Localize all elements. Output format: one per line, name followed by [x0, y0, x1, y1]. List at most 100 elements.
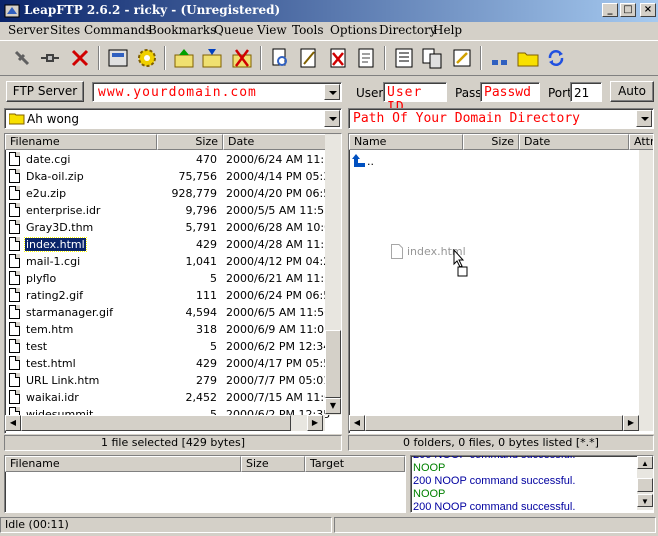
file-date: 2000/6/24 PM 06:54	[226, 289, 338, 302]
site-manager-icon[interactable]	[106, 46, 130, 70]
remote-file-list[interactable]: Name Size Date Attri .. index.html ◀ ▶	[348, 133, 654, 434]
session-log[interactable]: 200 NOOP command successful. NOOP 200 NOOP…	[410, 455, 654, 513]
local-file-row[interactable]: date.cgi 470 2000/6/24 AM 11:51	[5, 151, 338, 168]
menu-options[interactable]: Options	[330, 23, 377, 37]
local-scroll-right-button[interactable]: ▶	[307, 415, 323, 431]
local-file-row[interactable]: rating2.gif 111 2000/6/24 PM 06:54	[5, 287, 337, 304]
view-file-icon[interactable]	[268, 46, 292, 70]
local-vscroll-thumb[interactable]	[325, 330, 341, 398]
local-col-size[interactable]: Size	[157, 134, 223, 150]
log-vscroll-thumb[interactable]	[637, 478, 653, 492]
queue-col-target[interactable]: Target	[305, 456, 405, 472]
close-button[interactable]: ×	[640, 3, 656, 17]
refresh-icon[interactable]	[544, 46, 568, 70]
local-col-date[interactable]: Date	[223, 134, 327, 150]
minimize-button[interactable]: _	[602, 3, 618, 17]
local-file-row[interactable]: starmanager.gif 4,594 2000/6/5 AM 11:56	[5, 304, 331, 321]
remote-scroll-left-button[interactable]: ◀	[349, 415, 365, 431]
menu-directory[interactable]: Directory	[379, 23, 437, 37]
local-file-row[interactable]: URL Link.htm 279 2000/7/7 PM 05:01	[5, 372, 330, 389]
password-input-value[interactable]: Passwd	[484, 85, 531, 100]
remote-col-date[interactable]: Date	[519, 134, 629, 150]
local-file-row[interactable]: test 5 2000/6/2 PM 12:34	[5, 338, 330, 355]
remote-vertical-scrollbar[interactable]	[639, 150, 653, 415]
local-file-row[interactable]: plyflo 5 2000/6/21 AM 11:37	[5, 270, 338, 287]
delete-file-icon[interactable]	[326, 46, 350, 70]
menu-bar: Server Sites Commands Bookmarks Queue Vi…	[0, 22, 658, 40]
local-file-row[interactable]: mail-1.cgi 1,041 2000/4/12 PM 04:24	[5, 253, 337, 270]
local-horizontal-scrollbar[interactable]: ◀ ▶	[5, 415, 325, 431]
local-file-row[interactable]: enterprise.idr 9,796 2000/5/5 AM 11:53	[5, 202, 331, 219]
connect-icon[interactable]	[10, 46, 34, 70]
disconnect-icon[interactable]	[68, 46, 92, 70]
local-scroll-down-button[interactable]: ▼	[325, 398, 341, 414]
transfer-queue[interactable]: Filename Size Target	[4, 455, 406, 513]
local-file-row[interactable]: e2u.zip 928,779 2000/4/20 PM 06:52	[5, 185, 337, 202]
password-input[interactable]: Passwd	[480, 82, 540, 102]
menu-help[interactable]: Help	[433, 23, 462, 37]
link-icon[interactable]	[488, 46, 512, 70]
file-date: 2000/4/14 PM 05:34	[226, 170, 338, 183]
local-path-dropdown-arrow[interactable]	[324, 110, 340, 127]
local-file-list[interactable]: Filename Size Date date.cgi 470 2000/6/24 …	[4, 133, 342, 434]
ftp-server-button[interactable]: FTP Server	[6, 81, 84, 102]
plug-icon[interactable]	[38, 46, 62, 70]
remote-col-name[interactable]: Name	[349, 134, 463, 150]
wizard-icon[interactable]	[450, 46, 474, 70]
file-name: mail-1.cgi	[26, 255, 81, 268]
local-scroll-left-button[interactable]: ◀	[5, 415, 21, 431]
remote-col-size[interactable]: Size	[463, 134, 519, 150]
menu-sites[interactable]: Sites	[50, 23, 80, 37]
remote-horizontal-scrollbar[interactable]: ◀ ▶	[349, 415, 653, 431]
menu-queue[interactable]: Queue	[214, 23, 254, 37]
menu-commands[interactable]: Commands	[84, 23, 152, 37]
log-scroll-down-button[interactable]: ▼	[637, 494, 653, 507]
menu-tools[interactable]: Tools	[292, 23, 324, 37]
log-scroll-up-button[interactable]: ▲	[637, 456, 653, 469]
menu-server[interactable]: Server	[8, 23, 49, 37]
toolbar	[0, 40, 658, 76]
local-file-row[interactable]: index.html 429 2000/4/28 AM 11:39	[5, 236, 338, 253]
remote-scroll-right-button[interactable]: ▶	[623, 415, 639, 431]
local-file-row[interactable]: test.html 429 2000/4/17 PM 05:50	[5, 355, 337, 372]
remote-hscroll-thumb[interactable]	[365, 415, 623, 431]
local-path-combo[interactable]: Ah wong	[4, 108, 342, 129]
remote-col-attributes[interactable]: Attri	[629, 134, 653, 150]
menu-view[interactable]: View	[257, 23, 287, 37]
settings-gear-icon[interactable]	[135, 46, 159, 70]
local-vertical-scrollbar[interactable]: ▼	[325, 134, 341, 415]
server-dropdown-arrow[interactable]	[324, 84, 340, 100]
local-file-row[interactable]: waikai.idr 2,452 2000/7/15 AM 11:02	[5, 389, 338, 406]
download-icon[interactable]	[200, 46, 224, 70]
file-size: 2,452	[185, 391, 218, 404]
delete-folder-icon[interactable]	[230, 46, 254, 70]
user-input[interactable]: User ID	[383, 82, 447, 115]
upload-icon[interactable]	[172, 46, 196, 70]
log-icon[interactable]	[392, 46, 416, 70]
local-file-row[interactable]: tem.htm 318 2000/6/9 AM 11:01	[5, 321, 331, 338]
auto-button[interactable]: Auto	[610, 81, 654, 102]
remote-path-value[interactable]: Path Of Your Domain Directory	[353, 111, 580, 126]
remote-path-combo[interactable]: Path Of Your Domain Directory	[348, 108, 654, 129]
menu-bookmarks[interactable]: Bookmarks	[148, 23, 216, 37]
maximize-button[interactable]: □	[620, 3, 636, 17]
local-path-value[interactable]: Ah wong	[27, 112, 79, 126]
remote-path-dropdown-arrow[interactable]	[636, 110, 652, 127]
local-file-row[interactable]: Gray3D.thm 5,791 2000/6/28 AM 10:02	[5, 219, 338, 236]
queue-col-size[interactable]: Size	[241, 456, 305, 472]
port-input[interactable]: 21	[570, 82, 602, 102]
local-file-row[interactable]: Dka-oil.zip 75,756 2000/4/14 PM 05:34	[5, 168, 337, 185]
file-name: index.html	[24, 237, 87, 252]
remote-parent-dir-item[interactable]: ..	[349, 153, 469, 170]
local-col-filename[interactable]: Filename	[5, 134, 157, 150]
edit-file-icon[interactable]	[296, 46, 320, 70]
log-vertical-scrollbar[interactable]: ▲ ▼	[637, 456, 653, 510]
local-hscroll-thumb[interactable]	[21, 415, 291, 431]
server-address-combo[interactable]: www.yourdomain.com	[92, 82, 342, 102]
queue-col-filename[interactable]: Filename	[5, 456, 241, 472]
server-address-value[interactable]: www.yourdomain.com	[98, 85, 257, 100]
compare-icon[interactable]	[420, 46, 444, 70]
port-input-value[interactable]: 21	[574, 86, 589, 100]
properties-icon[interactable]	[354, 46, 378, 70]
folder-icon[interactable]	[516, 46, 540, 70]
